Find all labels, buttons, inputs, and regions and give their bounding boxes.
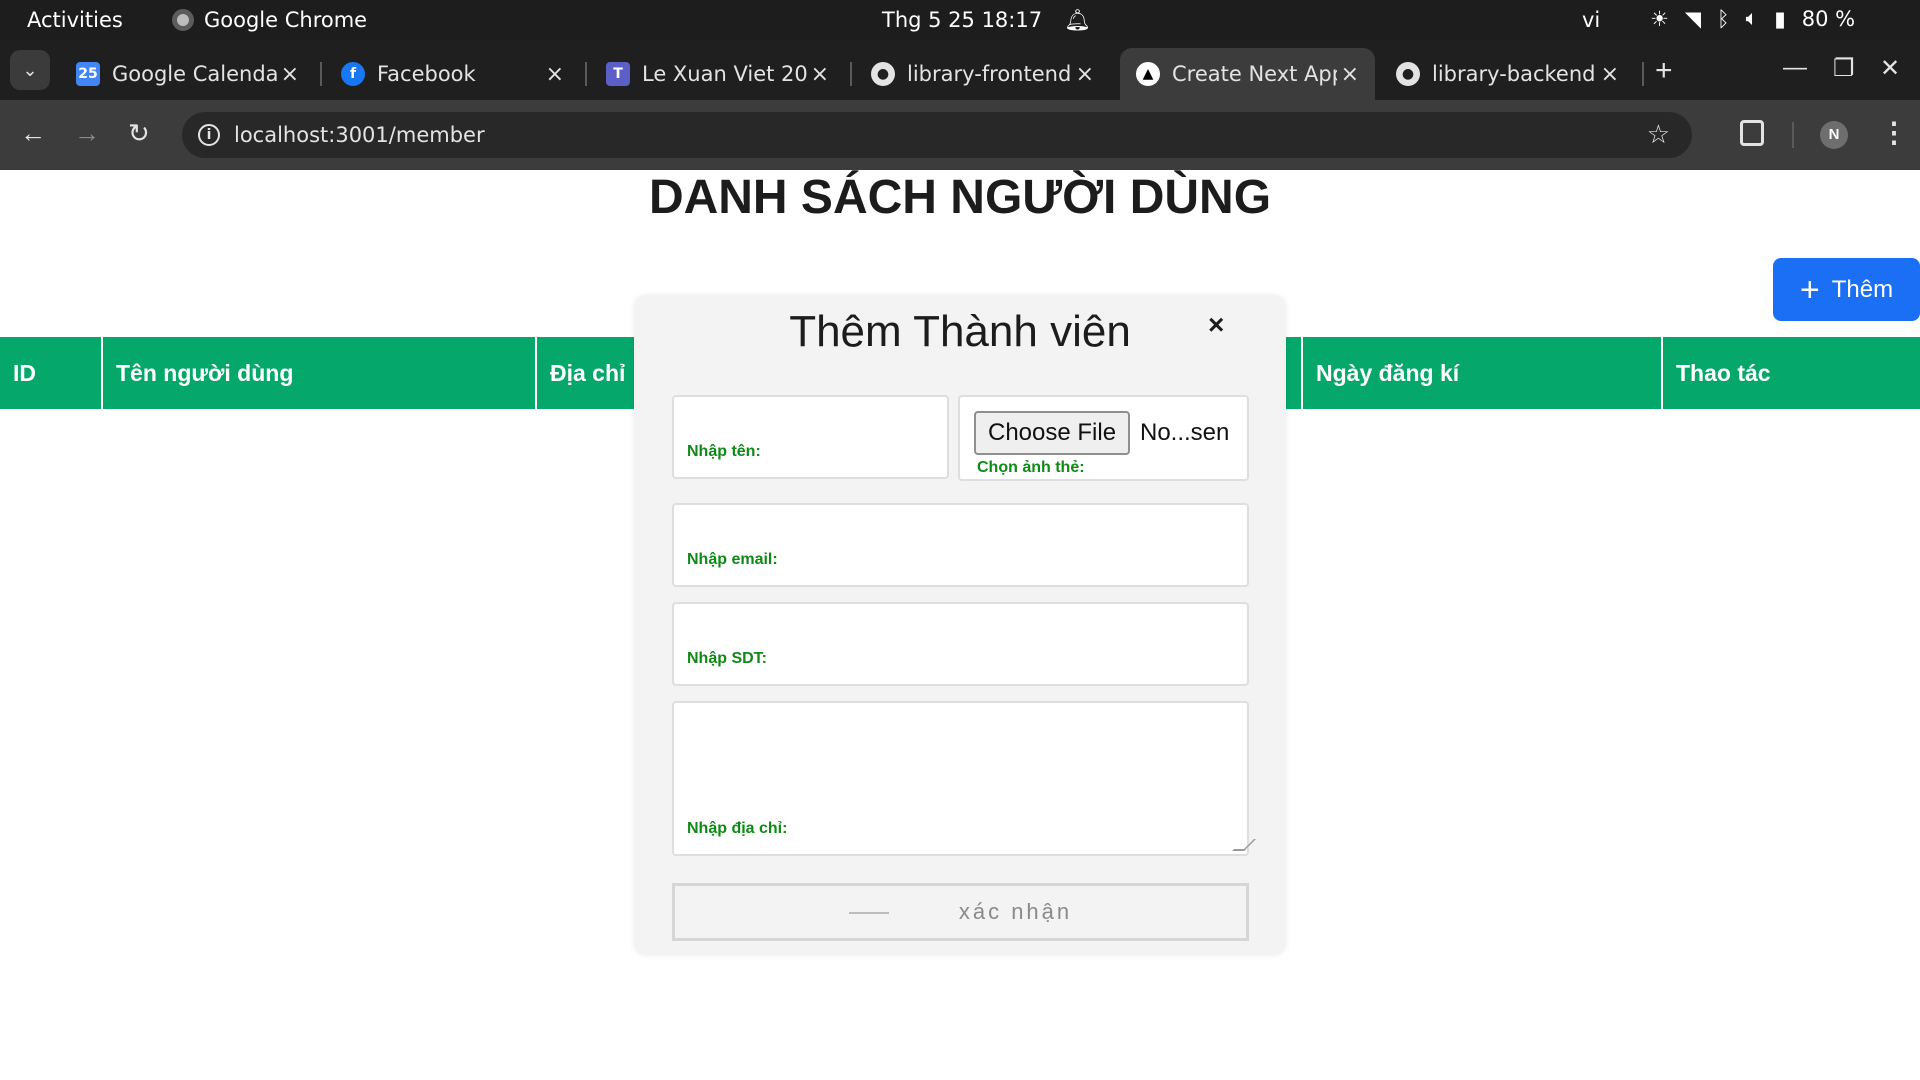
tab-library-frontend[interactable]: ● library-frontend × [855,48,1110,100]
resize-handle-icon[interactable] [1232,839,1256,851]
system-tray[interactable]: ☀ ◥ ᛒ 🔈︎ ▮ 80 % [1650,6,1855,31]
chrome-menu-icon[interactable]: ⋮ [1880,116,1908,149]
github-icon: ● [1396,62,1420,86]
browser-toolbar: ← → ↻ i localhost:3001/member ☆ N ⋮ [0,100,1920,170]
teams-icon: T [606,62,630,86]
submit-label: xác nhận [958,899,1073,924]
back-button[interactable]: ← [20,118,46,149]
tab-title: Google Calendar [112,62,277,86]
close-icon[interactable]: × [811,62,829,87]
dash-decoration [848,912,889,915]
close-icon[interactable]: × [1601,62,1619,87]
brightness-icon: ☀ [1650,6,1669,31]
bluetooth-icon: ᛒ [1716,6,1730,31]
close-window-button[interactable]: ✕ [1880,54,1900,83]
column-header-id: ID [0,337,103,409]
tab-library-backend[interactable]: ● library-backend × [1380,48,1635,100]
tab-title: Le Xuan Viet 20 [642,62,807,86]
modal-close-button[interactable]: × [1208,309,1224,341]
email-field[interactable]: Nhập email: [672,503,1249,587]
tab-divider [1642,62,1644,86]
email-field-label: Nhập email: [687,551,778,568]
add-button-label: Thêm [1831,275,1894,303]
tab-teams[interactable]: T Le Xuan Viet 20 × [590,48,845,100]
url-text[interactable]: localhost:3001/member [234,123,485,147]
plus-icon: + [1799,270,1820,309]
activities-button[interactable]: Activities [27,8,123,32]
extensions-icon[interactable] [1740,120,1764,146]
app-name: Google Chrome [204,8,368,32]
wifi-icon: ◥ [1684,6,1701,31]
site-info-icon[interactable]: i [198,124,220,146]
close-icon[interactable]: × [1076,62,1094,87]
choose-file-button[interactable]: Choose File [974,411,1131,455]
bell-icon: 🔔︎ [1064,8,1091,32]
tab-google-calendar[interactable]: 25 Google Calendar × [60,48,315,100]
clock[interactable]: Thg 5 25 18:17 [882,8,1042,32]
close-icon[interactable]: × [546,62,564,87]
tab-title: Create Next App [1172,62,1337,86]
language-indicator[interactable]: vi [1582,8,1600,32]
close-icon[interactable]: × [281,62,299,87]
tab-search-button[interactable]: ⌄ [10,50,50,90]
tab-divider [850,62,852,86]
tab-facebook[interactable]: f Facebook × [325,48,580,100]
chrome-icon [172,9,194,31]
forward-button[interactable]: → [74,118,100,149]
column-header-name: Tên người dùng [103,337,537,409]
tab-strip: ⌄ 25 Google Calendar × f Facebook × T Le… [0,40,1920,100]
phone-field[interactable]: Nhập SDT: [672,602,1249,686]
battery-level: 80 % [1801,6,1856,31]
photo-file-field[interactable]: Choose File No...sen Chọn ảnh thẻ: [958,395,1249,481]
close-icon[interactable]: × [1341,62,1359,87]
photo-field-label: Chọn ảnh thẻ: [977,459,1085,476]
submit-button[interactable]: xác nhận [672,883,1249,941]
minimize-button[interactable]: — [1783,54,1807,82]
name-field-label: Nhập tên: [687,443,761,460]
modal-title: Thêm Thành viên [789,307,1131,356]
column-header-actions: Thao tác [1676,360,1771,386]
volume-icon: 🔈︎ [1745,6,1759,30]
tab-title: library-backend [1432,62,1596,86]
nextjs-icon: ▲ [1136,62,1160,86]
tab-create-next-app[interactable]: ▲ Create Next App × [1120,48,1375,100]
tab-divider [320,62,322,86]
battery-icon: ▮ [1774,6,1786,31]
phone-field-label: Nhập SDT: [687,650,767,667]
address-field-label: Nhập địa chỉ: [687,820,788,837]
tab-title: Facebook [377,62,476,86]
os-top-bar: Activities Google Chrome Thg 5 25 18:17 … [0,0,1920,40]
page-title: DANH SÁCH NGƯỜI DÙNG [648,171,1272,224]
tab-divider [585,62,587,86]
file-status: No...sen [1140,419,1230,446]
new-tab-button[interactable]: + [1655,54,1673,88]
github-icon: ● [871,62,895,86]
app-menu[interactable]: Google Chrome [172,8,367,32]
name-field[interactable]: Nhập tên: [672,395,949,479]
profile-avatar[interactable]: N [1820,121,1848,149]
facebook-icon: f [341,62,365,86]
add-member-button[interactable]: + Thêm [1773,258,1920,321]
reload-button[interactable]: ↻ [128,118,150,149]
tab-title: library-frontend [907,62,1072,86]
restore-button[interactable]: ❐ [1833,54,1855,83]
address-bar[interactable]: i localhost:3001/member ☆ [182,112,1692,158]
column-header-registered-date: Ngày đăng kí [1303,337,1663,409]
toolbar-divider [1792,122,1794,148]
add-member-modal: Thêm Thành viên × Nhập tên: Choose File … [634,295,1286,955]
address-textarea[interactable]: Nhập địa chỉ: [672,701,1256,856]
calendar-icon: 25 [76,62,100,86]
bookmark-star-icon[interactable]: ☆ [1647,112,1670,158]
